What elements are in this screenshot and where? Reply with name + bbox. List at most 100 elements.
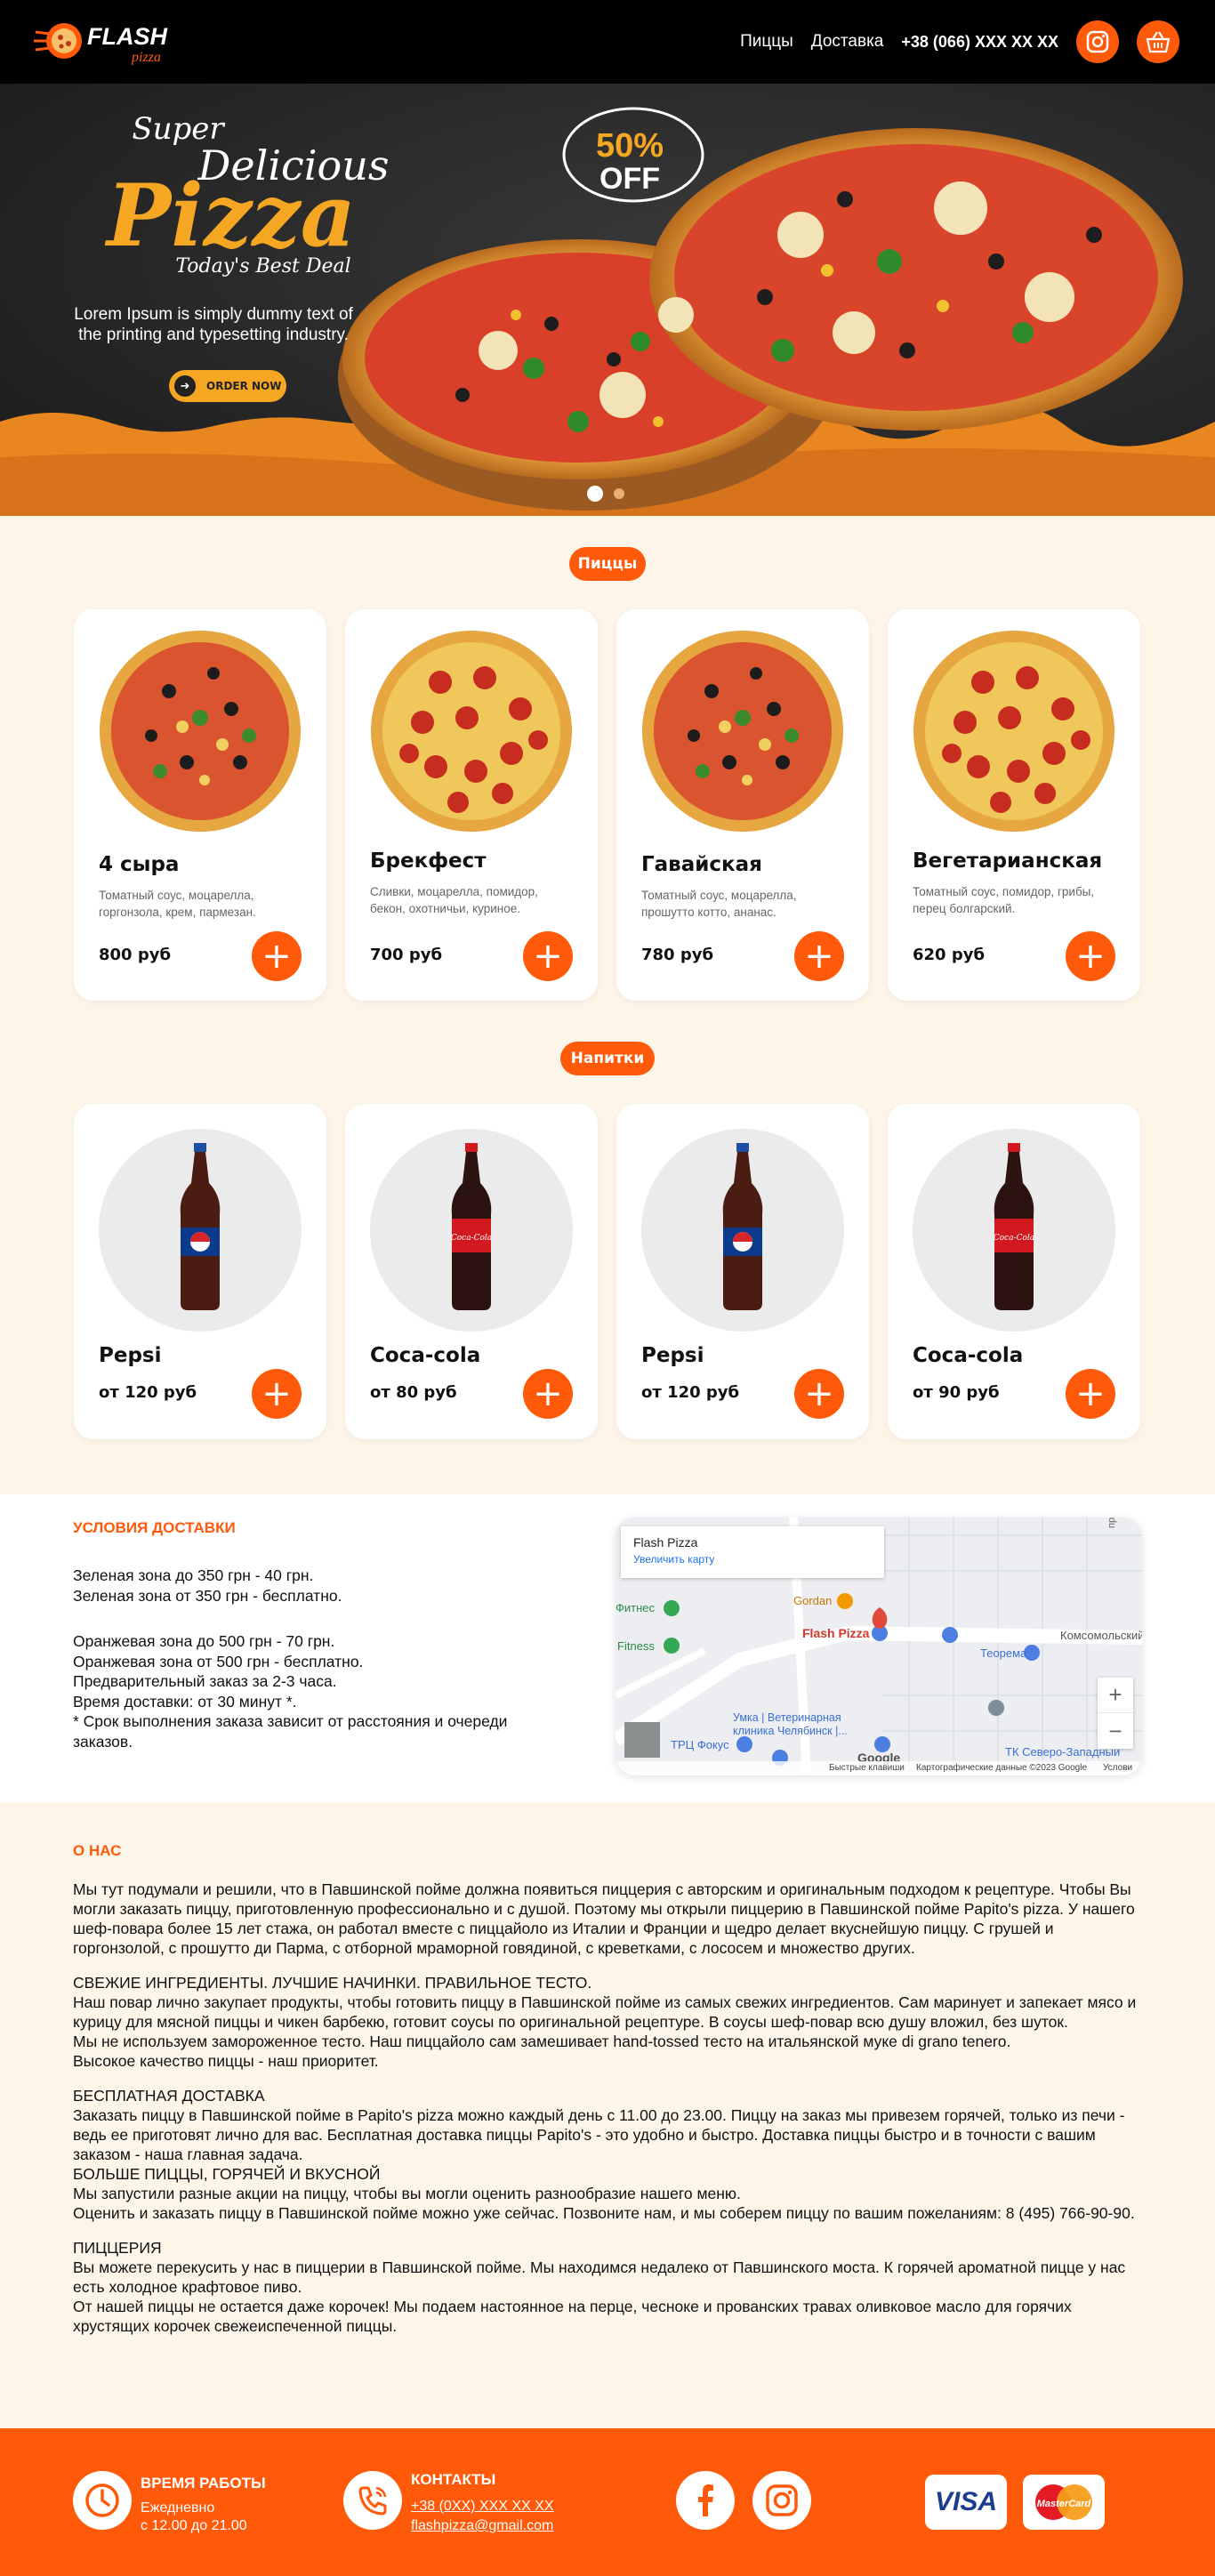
about-paragraph: Оценить и заказать пиццу в Павшинской по…: [73, 2204, 1135, 2222]
svg-text:Pizza: Pizza: [104, 165, 356, 266]
hours-days: Ежедневно: [141, 2500, 215, 2516]
about-paragraph: БОЛЬШЕ ПИЦЦЫ, ГОРЯЧЕЙ И ВКУСНОЙ: [73, 2165, 381, 2183]
map-enlarge-link[interactable]: Увеличить карту: [633, 1553, 872, 1566]
drink-title: Pepsi: [641, 1344, 704, 1367]
pizzas-section-tag: Пиццы: [569, 547, 646, 581]
instagram-footer-button[interactable]: [752, 2471, 811, 2530]
plus-icon: +: [804, 936, 834, 977]
phone-icon: [358, 2486, 387, 2516]
slider-dot-active[interactable]: [587, 486, 603, 502]
coca-cola-bottle-image: Coca-Cola: [451, 1143, 492, 1310]
pizza-description: Томатный соус, помидор, грибы, перец бол…: [913, 885, 1095, 915]
about-spacer: [73, 2223, 1140, 2238]
order-now-label: ORDER NOW: [206, 380, 282, 392]
map-shortcuts-link[interactable]: Быстрые клавиши: [829, 1763, 905, 1773]
clock-icon: [85, 2483, 119, 2517]
about-paragraph: От нашей пиццы не остается даже корочек!…: [73, 2298, 1072, 2335]
map-marker-label[interactable]: Flash Pizza: [802, 1626, 869, 1640]
pepsi-bottle-image: [722, 1143, 763, 1310]
add-to-cart-button[interactable]: +: [1066, 1369, 1115, 1419]
zoom-in-button[interactable]: +: [1098, 1678, 1133, 1713]
delivery-line: Предварительный заказ за 2-3 часа.: [73, 1672, 337, 1690]
pizza-title: Брекфест: [370, 849, 487, 873]
about-paragraph: ПИЦЦЕРИЯ: [73, 2239, 162, 2257]
contacts-phone-wrap: +38 (0XX) XXX XX XX: [411, 2498, 554, 2516]
visa-badge: VISA: [925, 2475, 1007, 2530]
about-paragraph: Мы не используем замороженное тесто. Наш…: [73, 2033, 1011, 2050]
delivery-line: Оранжевая зона до 500 грн - 70 грн.: [73, 1632, 335, 1650]
contacts-email-link[interactable]: flashpizza@gmail.com: [411, 2518, 553, 2533]
map-label: Fitness: [617, 1639, 655, 1653]
delivery-heading: УСЛОВИЯ ДОСТАВКИ: [73, 1519, 236, 1536]
pizza-price: 700 руб: [370, 946, 443, 964]
pizza-image: [642, 631, 843, 832]
add-to-cart-button[interactable]: +: [252, 931, 302, 981]
about-heading: О НАС: [73, 1842, 122, 1859]
svg-text:FLASH: FLASH: [87, 23, 167, 50]
about-paragraph: Высокое качество пиццы - наш приоритет.: [73, 2052, 379, 2070]
pizza-description: Томатный соус, моцарелла, горгонзола, кр…: [99, 889, 256, 919]
delivery-line: Время доставки: от 30 минут *.: [73, 1692, 297, 1711]
site-footer: ВРЕМЯ РАБОТЫ Ежедневно с 12.00 до 21.00 …: [0, 2428, 1215, 2576]
header-phone-link[interactable]: +38 (066) XXX XX XX: [901, 33, 1058, 52]
facebook-icon: [698, 2484, 713, 2516]
about-section: О НАС Мы тут подумали и решили, что в Па…: [0, 1802, 1215, 2428]
svg-text:Today's Best Deal: Today's Best Deal: [175, 255, 350, 278]
add-to-cart-button[interactable]: +: [252, 1369, 302, 1419]
pepsi-bottle-image: [180, 1143, 221, 1310]
instagram-button[interactable]: [1076, 20, 1119, 63]
pizza-price: 620 руб: [913, 946, 986, 964]
map-label: Gordan: [793, 1594, 833, 1607]
drink-price: от 120 руб: [99, 1383, 197, 1402]
hours-title: ВРЕМЯ РАБОТЫ: [141, 2475, 266, 2491]
map-data-credit: Картографические данные ©2023 Google: [916, 1763, 1088, 1773]
drink-card: Pepsi от 120 руб +: [74, 1104, 326, 1439]
facebook-button[interactable]: [676, 2471, 735, 2530]
pizza-card: Брекфест Сливки, моцарелла, помидор, бек…: [345, 609, 598, 1001]
basket-icon: [1146, 31, 1171, 53]
pizza-description: Томатный соус, моцарелла, прошутто котто…: [641, 889, 797, 919]
contacts-title: КОНТАКТЫ: [411, 2471, 496, 2488]
delivery-terms: Зеленая зона до 350 грн - 40 грн. Зелена…: [73, 1566, 571, 1751]
pizza-price: 800 руб: [99, 946, 172, 964]
delivery-section: УСЛОВИЯ ДОСТАВКИ Зеленая зона до 350 грн…: [0, 1494, 1215, 1802]
hours-time: с 12.00 до 21.00: [141, 2518, 247, 2533]
add-to-cart-button[interactable]: +: [794, 931, 844, 981]
nav-link-delivery[interactable]: Доставка: [811, 32, 884, 52]
add-to-cart-button[interactable]: +: [523, 1369, 573, 1419]
mastercard-badge: MasterCard: [1023, 2475, 1105, 2530]
plus-icon: +: [1075, 1373, 1106, 1414]
plus-icon: +: [1075, 936, 1106, 977]
cart-button[interactable]: [1137, 20, 1179, 63]
drink-card: Coca-Cola Coca-cola от 80 руб +: [345, 1104, 598, 1439]
pizza-image: [913, 631, 1114, 832]
google-map-embed[interactable]: Flash Pizza Увеличить карту Фитнес Fitne…: [616, 1517, 1142, 1775]
about-paragraph: БЕСПЛАТНАЯ ДОСТАВКА: [73, 2087, 265, 2105]
flash-pizza-logo[interactable]: FLASH pizza: [34, 12, 221, 69]
delivery-line: * Срок выполнения заказа зависит от расс…: [73, 1712, 508, 1751]
pizza-title: Гавайская: [641, 853, 762, 876]
map-info-card: Flash Pizza Увеличить карту: [621, 1526, 884, 1578]
order-now-button[interactable]: ➜ ORDER NOW: [169, 370, 286, 402]
map-terms-link[interactable]: Услови: [1103, 1763, 1132, 1773]
clock-icon-circle: [73, 2471, 132, 2530]
contacts-phone-link[interactable]: +38 (0XX) XXX XX XX: [411, 2499, 554, 2514]
about-spacer: [73, 2071, 1140, 2086]
slider-dot[interactable]: [614, 488, 624, 499]
add-to-cart-button[interactable]: +: [1066, 931, 1115, 981]
hero-background: 50% OFF Super Delicious Pizza Today's Be…: [0, 84, 1215, 516]
zoom-out-button[interactable]: −: [1098, 1713, 1133, 1749]
plus-icon: +: [533, 936, 563, 977]
phone-icon-circle: [343, 2471, 402, 2530]
pizza-title: Вегетарианская: [913, 849, 1103, 873]
nav-link-pizzas[interactable]: Пиццы: [740, 32, 793, 52]
map-place-name: Flash Pizza: [633, 1535, 698, 1550]
add-to-cart-button[interactable]: +: [794, 1369, 844, 1419]
map-footer-bar: Быстрые клавиши Картографические данные …: [616, 1761, 1142, 1775]
instagram-icon: [1086, 30, 1109, 53]
add-to-cart-button[interactable]: +: [523, 931, 573, 981]
top-navbar: FLASH pizza Пиццы Доставка +38 (066) XXX…: [0, 0, 1215, 84]
svg-text:50%: 50%: [596, 127, 664, 165]
pizza-card: Вегетарианская Томатный соус, помидор, г…: [888, 609, 1140, 1001]
pizza-title: 4 сыра: [99, 853, 180, 876]
